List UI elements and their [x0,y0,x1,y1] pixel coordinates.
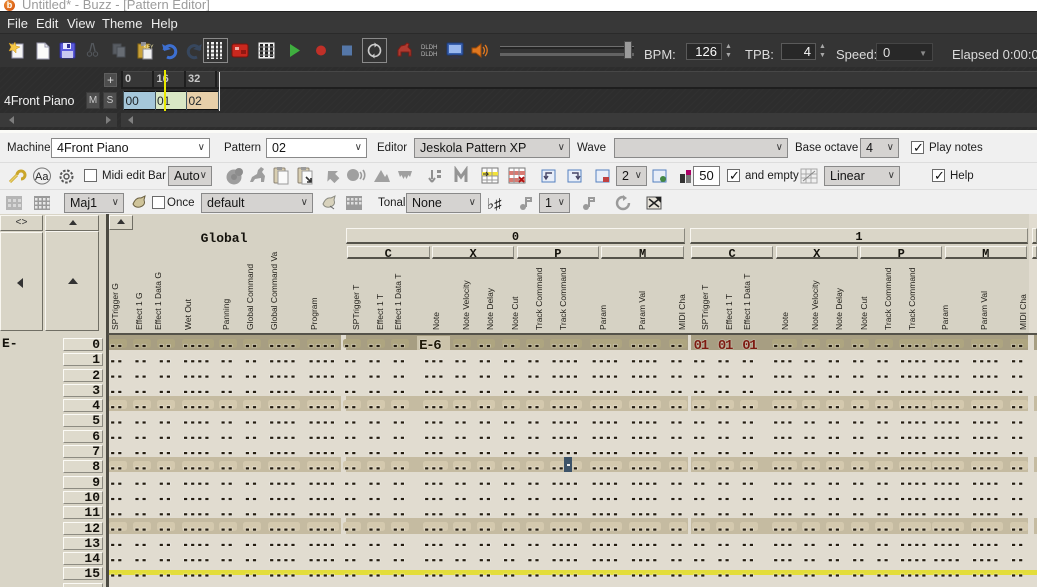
svg-text:KEY: KEY [144,45,155,51]
svg-text:DLDH: DLDH [421,52,437,58]
svg-text:DLDH: DLDH [421,45,437,51]
svg-text:Aa: Aa [35,171,49,183]
